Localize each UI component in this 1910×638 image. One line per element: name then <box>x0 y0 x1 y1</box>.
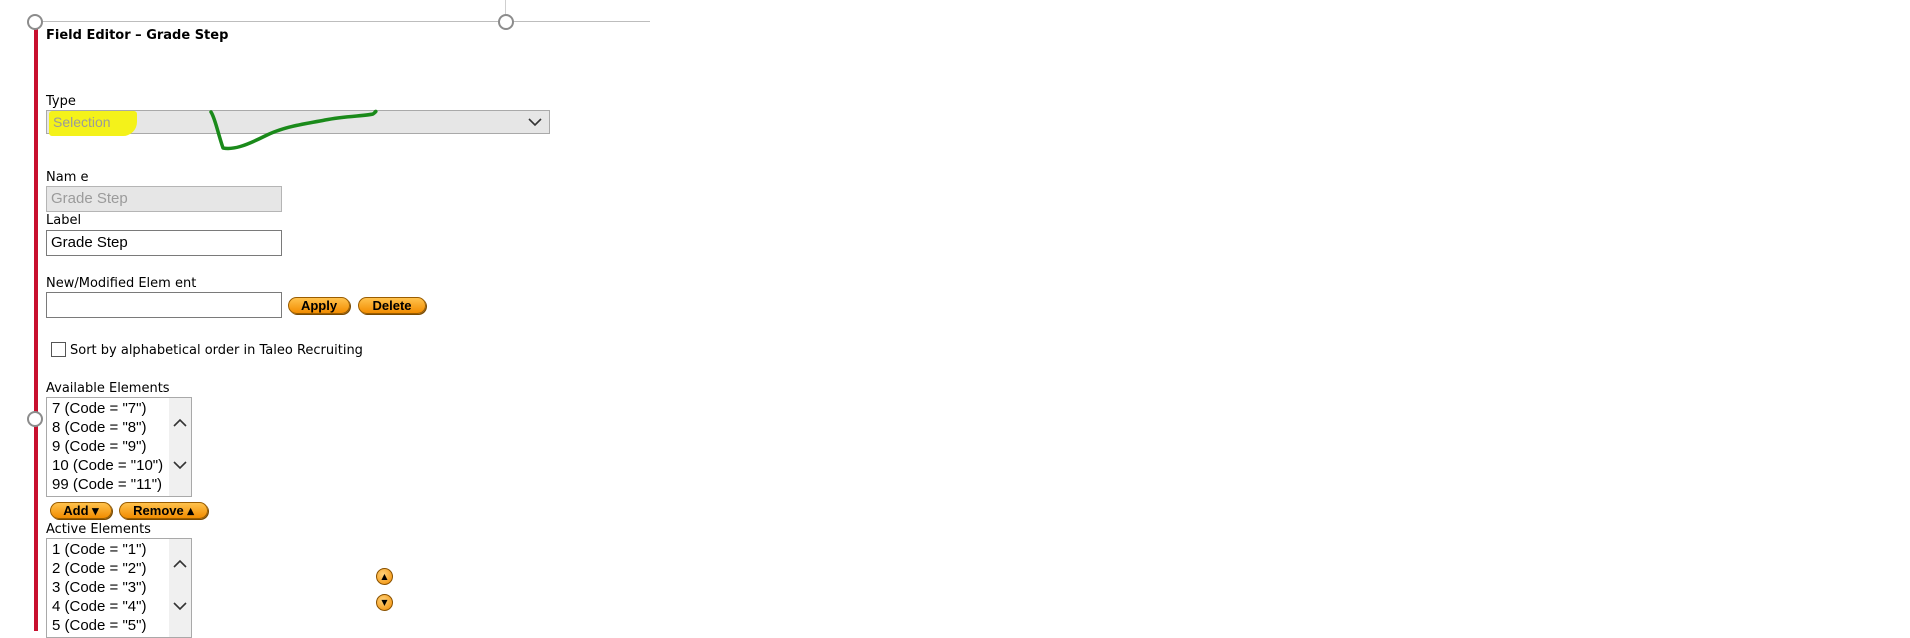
panel-accent-bar <box>34 21 38 631</box>
chevron-down-icon <box>173 602 187 611</box>
resize-handle-top-left[interactable] <box>27 14 43 30</box>
list-item[interactable]: 7 (Code = "7") <box>52 399 163 418</box>
arrow-up-icon: ▲ <box>381 572 388 581</box>
list-item[interactable]: 9 (Code = "9") <box>52 437 163 456</box>
move-up-button[interactable]: ▲ <box>376 568 393 585</box>
chevron-down-icon <box>173 461 187 470</box>
available-elements-label: Available Elements <box>46 381 170 396</box>
scrollbar[interactable] <box>169 398 191 496</box>
top-divider <box>34 21 650 22</box>
resize-handle-top-center[interactable] <box>498 14 514 30</box>
arrow-down-icon: ▼ <box>381 598 388 607</box>
list-item[interactable]: 99 (Code = "11") <box>52 475 163 494</box>
page-title: Field Editor – Grade Step <box>46 28 229 43</box>
list-item[interactable]: 8 (Code = "8") <box>52 418 163 437</box>
active-elements-list[interactable]: 1 (Code = "1") 2 (Code = "2") 3 (Code = … <box>46 538 192 638</box>
list-item[interactable]: 10 (Code = "10") <box>52 456 163 475</box>
move-down-button[interactable]: ▼ <box>376 594 393 611</box>
chevron-up-icon <box>173 559 187 568</box>
chevron-down-icon <box>527 114 543 134</box>
label-field-label: Label <box>46 213 82 228</box>
resize-handle-left[interactable] <box>27 411 43 427</box>
remove-button[interactable]: Remove ▴ <box>119 502 208 519</box>
list-item[interactable]: 1 (Code = "1") <box>52 540 146 559</box>
name-label: Nam e <box>46 170 89 185</box>
sort-checkbox[interactable] <box>51 342 66 357</box>
active-elements-label: Active Elements <box>46 522 151 537</box>
apply-button[interactable]: Apply <box>288 297 350 314</box>
delete-button[interactable]: Delete <box>358 297 426 314</box>
list-item[interactable]: 4 (Code = "4") <box>52 597 146 616</box>
available-elements-list[interactable]: 7 (Code = "7") 8 (Code = "8") 9 (Code = … <box>46 397 192 497</box>
scrollbar[interactable] <box>169 539 191 637</box>
new-element-label: New/Modified Elem ent <box>46 276 197 291</box>
chevron-up-icon <box>173 418 187 427</box>
type-label: Type <box>46 94 76 109</box>
list-item[interactable]: 3 (Code = "3") <box>52 578 146 597</box>
sort-label: Sort by alphabetical order in Taleo Recr… <box>70 343 363 358</box>
label-input[interactable]: Grade Step <box>46 230 282 256</box>
new-element-input[interactable] <box>46 292 282 318</box>
name-field: Grade Step <box>46 186 282 212</box>
type-selected-value: Selection <box>53 114 111 130</box>
annotation-checkmark <box>209 109 378 151</box>
list-item[interactable]: 5 (Code = "5") <box>52 616 146 635</box>
add-button[interactable]: Add ▾ <box>50 502 112 519</box>
list-item[interactable]: 2 (Code = "2") <box>52 559 146 578</box>
